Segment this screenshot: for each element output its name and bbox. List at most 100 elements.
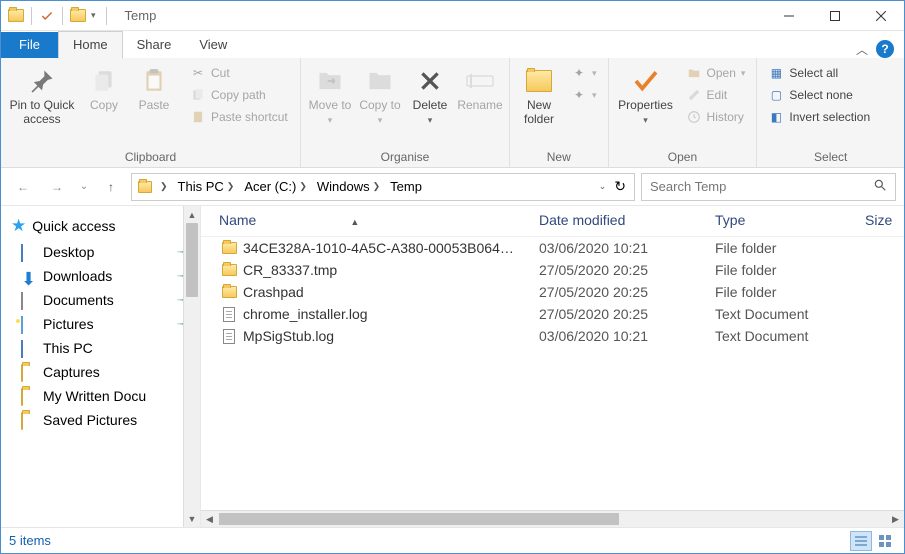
cut-button[interactable]: ✂Cut: [187, 63, 291, 83]
address-bar[interactable]: ❯ This PC❯ Acer (C:)❯ Windows❯ Temp ⌄ ↻: [131, 173, 635, 201]
separator: [106, 7, 107, 25]
sidebar-scrollbar[interactable]: ▲ ▼: [183, 206, 200, 527]
tab-file[interactable]: File: [1, 32, 58, 58]
new-folder-button[interactable]: New folder: [514, 61, 564, 131]
details-view-button[interactable]: [850, 531, 872, 551]
properties-button[interactable]: Properties▾: [613, 61, 679, 131]
file-icon: [219, 286, 239, 298]
sidebar-item[interactable]: This PC: [1, 336, 200, 360]
address-dropdown-icon[interactable]: ⌄: [599, 181, 607, 192]
horizontal-scrollbar[interactable]: ◀ ▶: [201, 510, 904, 527]
navigation-bar: ← → ⌄ ↑ ❯ This PC❯ Acer (C:)❯ Windows❯ T…: [1, 168, 904, 206]
tab-home[interactable]: Home: [58, 31, 123, 59]
folder-qat-icon[interactable]: [69, 7, 87, 25]
sidebar-item[interactable]: Saved Pictures: [1, 408, 200, 432]
file-row[interactable]: 34CE328A-1010-4A5C-A380-00053B064…03/06/…: [201, 237, 904, 259]
group-new: New folder ✦▾ ✦▾ New: [510, 58, 609, 167]
history-icon: [686, 109, 702, 125]
pin-to-quick-access-button[interactable]: Pin to Quick access: [5, 61, 79, 131]
new-item-icon: ✦: [571, 65, 587, 81]
history-button[interactable]: History: [683, 107, 749, 127]
file-type: File folder: [715, 240, 865, 256]
minimize-button[interactable]: [766, 1, 812, 31]
sidebar-item[interactable]: Captures: [1, 360, 200, 384]
copy-icon: [88, 65, 120, 97]
maximize-button[interactable]: [812, 1, 858, 31]
navigation-pane: ★ Quick access Desktop📌⬇Downloads📌Docume…: [1, 206, 201, 527]
sidebar-quick-access[interactable]: ★ Quick access: [1, 212, 200, 240]
sidebar-item-icon: [21, 365, 37, 379]
help-icon[interactable]: ?: [876, 40, 894, 58]
column-headers: Name▲ Date modified Type Size: [201, 206, 904, 237]
column-size[interactable]: Size: [865, 212, 900, 228]
sidebar-item-label: Saved Pictures: [43, 412, 137, 428]
sidebar-item[interactable]: Desktop📌: [1, 240, 200, 264]
file-rows: 34CE328A-1010-4A5C-A380-00053B064…03/06/…: [201, 237, 904, 510]
file-row[interactable]: MpSigStub.log03/06/2020 10:21Text Docume…: [201, 325, 904, 347]
recent-dropdown[interactable]: ⌄: [77, 173, 91, 201]
delete-button[interactable]: Delete▾: [405, 61, 455, 131]
copy-to-button[interactable]: Copy to ▾: [355, 61, 405, 131]
paste-shortcut-button[interactable]: Paste shortcut: [187, 107, 291, 127]
group-organise: Move to ▾ Copy to ▾ Delete▾ Rename Organ…: [301, 58, 510, 167]
collapse-ribbon-icon[interactable]: ︿: [856, 41, 868, 58]
file-row[interactable]: Crashpad27/05/2020 20:25File folder: [201, 281, 904, 303]
sidebar-item[interactable]: Pictures📌: [1, 312, 200, 336]
column-date[interactable]: Date modified: [539, 212, 715, 228]
up-button[interactable]: ↑: [97, 173, 125, 201]
copy-button[interactable]: Copy: [79, 61, 129, 117]
file-date: 27/05/2020 20:25: [539, 284, 715, 300]
group-clipboard: Pin to Quick access Copy Paste ✂Cut Copy…: [1, 58, 301, 167]
qat-dropdown-icon[interactable]: ▾: [91, 10, 96, 21]
properties-qat-icon[interactable]: [38, 7, 56, 25]
refresh-button[interactable]: ↻: [614, 178, 626, 195]
invert-selection-button[interactable]: ◧Invert selection: [765, 107, 873, 127]
sidebar-item[interactable]: ⬇Downloads📌: [1, 264, 200, 288]
edit-button[interactable]: Edit: [683, 85, 749, 105]
new-item-button[interactable]: ✦▾: [568, 63, 600, 83]
file-list-pane: Name▲ Date modified Type Size 34CE328A-1…: [201, 206, 904, 527]
file-icon: [219, 242, 239, 254]
crumb-this-pc[interactable]: This PC❯: [174, 178, 239, 195]
rename-button[interactable]: Rename: [455, 61, 505, 117]
file-row[interactable]: chrome_installer.log27/05/2020 20:25Text…: [201, 303, 904, 325]
search-icon: [873, 178, 887, 195]
column-type[interactable]: Type: [715, 212, 865, 228]
easy-access-button[interactable]: ✦▾: [568, 85, 600, 105]
select-none-button[interactable]: ▢Select none: [765, 85, 873, 105]
easy-access-icon: ✦: [571, 87, 587, 103]
file-row[interactable]: CR_83337.tmp27/05/2020 20:25File folder: [201, 259, 904, 281]
sidebar-item-icon: ⬇: [21, 269, 37, 283]
group-label-open: Open: [613, 148, 753, 167]
crumb-temp[interactable]: Temp: [386, 178, 426, 195]
delete-icon: [414, 65, 446, 97]
file-date: 27/05/2020 20:25: [539, 306, 715, 322]
move-to-button[interactable]: Move to ▾: [305, 61, 355, 131]
pin-icon: [26, 65, 58, 97]
invert-selection-icon: ◧: [768, 109, 784, 125]
tab-share[interactable]: Share: [123, 32, 186, 58]
close-button[interactable]: [858, 1, 904, 31]
sidebar-item-icon: [21, 413, 37, 427]
group-label-organise: Organise: [305, 148, 505, 167]
file-name: CR_83337.tmp: [243, 262, 539, 278]
select-all-icon: ▦: [768, 65, 784, 81]
sidebar-item-label: Captures: [43, 364, 100, 380]
sidebar-item[interactable]: Documents📌: [1, 288, 200, 312]
crumb-root-chevron[interactable]: ❯: [156, 180, 172, 193]
search-input[interactable]: Search Temp: [641, 173, 896, 201]
column-name[interactable]: Name▲: [219, 212, 539, 228]
title-bar: ▾ Temp: [1, 1, 904, 31]
forward-button[interactable]: →: [43, 173, 71, 201]
crumb-drive[interactable]: Acer (C:)❯: [240, 178, 311, 195]
copy-path-button[interactable]: Copy path: [187, 85, 291, 105]
paste-button[interactable]: Paste: [129, 61, 179, 117]
tab-view[interactable]: View: [185, 32, 241, 58]
crumb-windows[interactable]: Windows❯: [313, 178, 384, 195]
select-all-button[interactable]: ▦Select all: [765, 63, 873, 83]
back-button[interactable]: ←: [9, 173, 37, 201]
sidebar-item[interactable]: My Written Docu: [1, 384, 200, 408]
thumbnails-view-button[interactable]: [874, 531, 896, 551]
open-button[interactable]: Open ▾: [683, 63, 749, 83]
move-to-icon: [314, 65, 346, 97]
